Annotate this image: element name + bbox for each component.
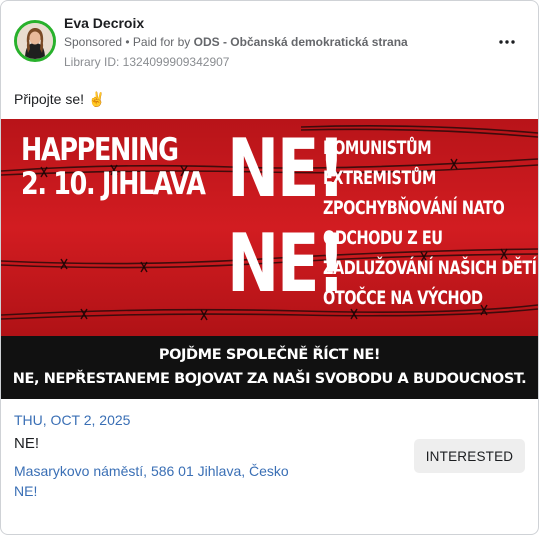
banner-item-list: KOMUNISTŮM EXTREMISTŮM ZPOCHYBŇOVÁNÍ NAT… (323, 133, 538, 313)
event-date: THU, OCT 2, 2025 (14, 412, 131, 428)
library-id: Library ID: 1324099909342907 (64, 55, 230, 69)
banner-footer-line1: POJĎME SPOLEČNĚ ŘÍCT NE! (158, 347, 381, 363)
banner-footer-strip (1, 336, 538, 399)
event-location-line1: Masarykovo náměstí, 586 01 Jihlava, Česk… (14, 463, 289, 479)
more-horizontal-icon (499, 40, 515, 44)
paid-for-by[interactable]: ODS - Občanská demokratická strana (194, 35, 408, 49)
banner-item: ZADLUŽOVÁNÍ NAŠICH DĚTÍ (323, 257, 537, 279)
happening-line2: 2. 10. JIHLAVA (21, 166, 206, 202)
sponsor-line: Sponsored • Paid for by ODS - Občanská d… (64, 35, 408, 49)
post-text: Připojte se! ✌ (14, 91, 105, 108)
banner-item: OTOČCE NA VÝCHOD (323, 287, 483, 309)
banner-footer-line2: NE, NEPŘESTANEME BOJOVAT ZA NAŠI SVOBODU… (12, 371, 527, 387)
post-text-content: Připojte se! (14, 91, 85, 107)
event-location[interactable]: Masarykovo náměstí, 586 01 Jihlava, Česk… (14, 461, 289, 501)
sponsored-event-post: Eva Decroix Sponsored • Paid for by ODS … (0, 0, 539, 535)
avatar-photo (17, 23, 53, 59)
more-options-button[interactable] (492, 29, 522, 55)
avatar[interactable] (14, 20, 56, 62)
post-header: Eva Decroix Sponsored • Paid for by ODS … (1, 1, 538, 79)
event-title[interactable]: NE! (14, 435, 39, 452)
happening-line1: HAPPENING (21, 132, 179, 168)
sponsored-label: Sponsored (64, 35, 123, 49)
banner-item: EXTREMISTŮM (323, 167, 436, 189)
happening-headline: HAPPENING 2. 10. JIHLAVA (21, 133, 245, 201)
paid-for-prefix: • Paid for by (122, 35, 194, 49)
interested-button[interactable]: INTERESTED (414, 439, 525, 473)
banner-item: ZPOCHYBŇOVÁNÍ NATO (323, 197, 505, 219)
victory-hand-emoji: ✌ (88, 91, 106, 107)
ad-banner-image[interactable]: HAPPENING 2. 10. JIHLAVA NE! NE! KOMUNIS… (1, 119, 538, 399)
event-location-line2: NE! (14, 483, 38, 499)
author-name[interactable]: Eva Decroix (64, 15, 144, 31)
banner-item: KOMUNISTŮM (323, 137, 432, 159)
banner-item: ODCHODU Z EU (323, 227, 443, 249)
